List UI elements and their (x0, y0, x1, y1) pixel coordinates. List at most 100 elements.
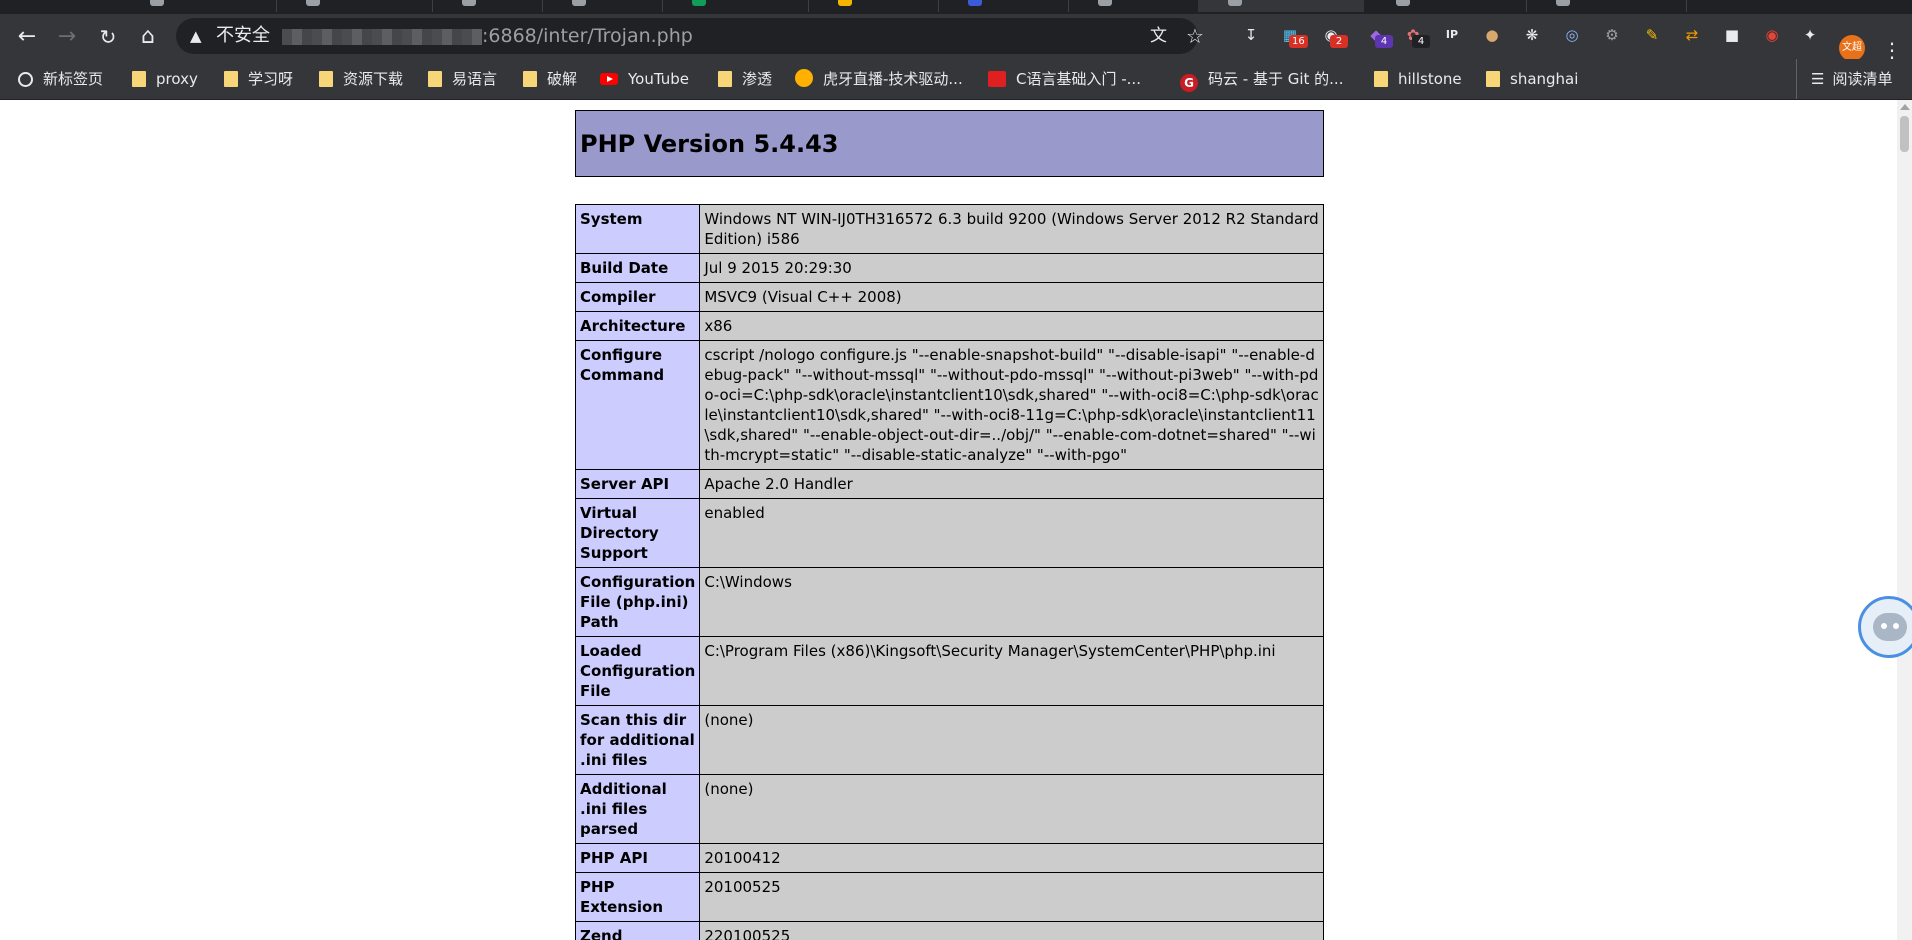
bookmark-label: 渗透 (742, 70, 773, 88)
scrollbar-thumb[interactable] (1900, 116, 1909, 152)
browser-toolbar: ← → ↻ ⌂ ▲ 不安全 :6868/inter/Trojan.php 文 ☆… (0, 14, 1912, 62)
c-language-icon (988, 71, 1006, 87)
ip-icon[interactable]: IP (1441, 24, 1463, 46)
url-text[interactable]: :6868/inter/Trojan.php (482, 18, 693, 54)
robot-icon (1873, 613, 1907, 641)
extension-icon[interactable]: ❋ (1521, 24, 1543, 46)
page-title: PHP Version 5.4.43 (580, 130, 839, 158)
row-label: Build Date (574, 253, 701, 283)
row-value: 20100525 (699, 872, 1324, 922)
puzzle-icon[interactable]: ✦ (1799, 24, 1821, 46)
table-row: Virtual Directory Support enabled (574, 498, 1324, 568)
extension-icon[interactable]: ◎ (1561, 24, 1583, 46)
chrome-icon[interactable]: ◉ (1761, 24, 1783, 46)
bookmark-label: C语言基础入门 -... (1016, 70, 1141, 88)
bookmark-label: shanghai (1510, 70, 1579, 88)
bookmark-item[interactable]: 虎牙直播-技术驱动... (795, 59, 963, 99)
table-row: Architecture x86 (574, 311, 1324, 341)
star-icon[interactable]: ☆ (1186, 18, 1204, 54)
row-value: x86 (699, 311, 1324, 341)
browser-tab[interactable] (542, 0, 663, 12)
browser-tab[interactable] (662, 0, 809, 12)
translate-icon[interactable]: 文 (1150, 18, 1167, 54)
broom-icon[interactable]: ✎ (1641, 24, 1663, 46)
bookmark-folder[interactable]: 渗透 (718, 59, 772, 99)
row-label: PHP API (574, 843, 701, 873)
extension-icon[interactable]: ◆4 (1365, 24, 1393, 48)
bookmark-folder[interactable]: shanghai (1486, 59, 1578, 99)
extension-icon[interactable]: ▦16 (1279, 24, 1308, 48)
robot-eye (1893, 623, 1899, 629)
table-row: PHP Extension 20100525 (574, 872, 1324, 922)
bookmark-item[interactable]: C语言基础入门 -... (988, 59, 1141, 99)
bookmark-folder[interactable]: 资源下载 (319, 59, 403, 99)
badge: 4 (1375, 35, 1393, 48)
phpinfo-header: PHP Version 5.4.43 (575, 110, 1324, 177)
robot-eye (1881, 623, 1887, 629)
table-row: PHP API 20100412 (574, 843, 1324, 873)
row-label: System (574, 204, 701, 254)
redacted-host (282, 29, 482, 45)
bookmark-folder[interactable]: 学习呀 (224, 59, 293, 99)
extension-icon[interactable]: ✿4 (1402, 24, 1430, 48)
browser-tab[interactable] (938, 0, 1069, 12)
row-value: Jul 9 2015 20:29:30 (699, 253, 1324, 283)
bookmark-item[interactable]: 新标签页 (18, 59, 103, 99)
bookmark-label: hillstone (1398, 70, 1462, 88)
security-label[interactable]: 不安全 (216, 18, 270, 54)
warning-icon[interactable]: ▲ (190, 18, 202, 54)
scroll-up-arrow-icon[interactable] (1900, 104, 1910, 110)
folder-icon (523, 71, 537, 87)
bookmark-label: proxy (156, 70, 198, 88)
cookie-icon[interactable]: ● (1481, 24, 1503, 46)
table-row: Zend Extension220100525 (574, 921, 1324, 940)
back-icon[interactable]: ← (10, 20, 44, 54)
row-value: enabled (699, 498, 1324, 568)
phpinfo-container: PHP Version 5.4.43 System Windows NT WIN-… (574, 110, 1324, 940)
scrollbar[interactable] (1897, 100, 1912, 940)
row-label: PHP Extension (574, 872, 701, 922)
huya-icon (795, 69, 813, 87)
bookmark-item[interactable]: G 码云 - 基于 Git 的... (1180, 59, 1343, 99)
browser-tab[interactable] (808, 0, 939, 12)
browser-tab[interactable] (120, 0, 277, 12)
browser-tab[interactable] (276, 0, 433, 12)
bookmark-label: YouTube (628, 70, 689, 88)
browser-tab[interactable] (1068, 0, 1199, 12)
active-tab[interactable] (1198, 0, 1364, 12)
home-icon[interactable]: ⌂ (131, 20, 165, 54)
browser-tab[interactable] (432, 0, 543, 12)
bookmark-label: 易语言 (452, 70, 498, 88)
row-value: (none) (699, 774, 1324, 844)
row-value: Windows NT WIN-IJ0TH316572 6.3 build 920… (699, 204, 1324, 254)
bookmark-label: 虎牙直播-技术驱动... (823, 70, 963, 88)
avatar[interactable]: 文超 (1839, 35, 1865, 61)
bookmark-folder[interactable]: hillstone (1374, 59, 1462, 99)
assistant-float-button[interactable] (1858, 596, 1912, 658)
extension-icon[interactable]: ◉2 (1320, 24, 1348, 48)
transfer-icon[interactable]: ⇄ (1681, 24, 1703, 46)
download-icon[interactable]: ↧ (1240, 24, 1262, 46)
row-label: Scan this dir for additional .ini files (574, 705, 701, 775)
forward-icon[interactable]: → (50, 20, 84, 54)
folder-icon (319, 71, 333, 87)
table-row: Build Date Jul 9 2015 20:29:30 (574, 253, 1324, 283)
reading-list-button[interactable]: ☰ 阅读清单 (1796, 59, 1892, 99)
browser-tab[interactable] (1526, 0, 1687, 12)
settings-icon[interactable]: ⚙ (1601, 24, 1623, 46)
bookmark-folder[interactable]: 破解 (523, 59, 577, 99)
bookmarks-bar: 新标签页 proxy 学习呀 资源下载 易语言 破解 YouTube 渗透 虎牙… (0, 59, 1912, 100)
folder-icon (132, 71, 146, 87)
bookmark-folder[interactable]: 易语言 (428, 59, 497, 99)
browser-tab[interactable] (1366, 0, 1527, 12)
extension-icon[interactable]: ■ (1721, 24, 1743, 46)
address-bar[interactable]: ▲ 不安全 :6868/inter/Trojan.php 文 ☆ (176, 18, 1204, 54)
badge: 2 (1330, 35, 1348, 48)
table-row: Configure Command cscript /nologo configu… (574, 340, 1324, 470)
bookmark-item[interactable]: YouTube (600, 59, 689, 99)
reload-icon[interactable]: ↻ (91, 20, 125, 54)
table-row: Configuration File (php.ini) Path C:\Wind… (574, 567, 1324, 637)
row-value: MSVC9 (Visual C++ 2008) (699, 282, 1324, 312)
folder-icon (718, 71, 732, 87)
bookmark-folder[interactable]: proxy (132, 59, 198, 99)
